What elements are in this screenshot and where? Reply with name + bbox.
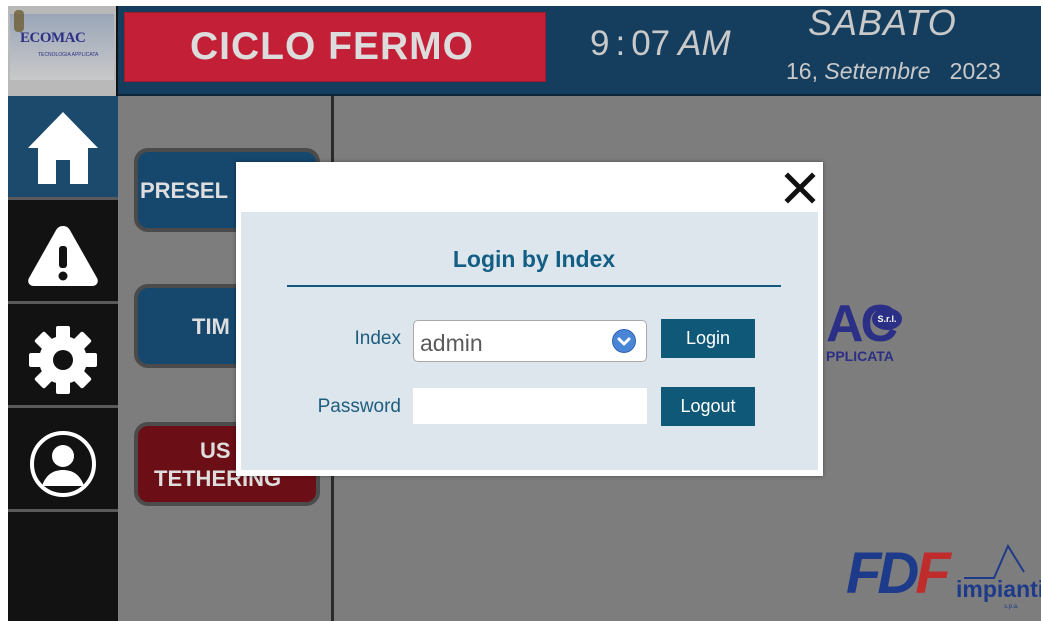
clock-hours: 9: [590, 24, 610, 63]
nav-alarms[interactable]: [8, 200, 118, 304]
clock-ampm: AM: [678, 24, 731, 63]
date-day: 16,: [786, 58, 818, 84]
clock-minutes: 07: [631, 24, 671, 63]
index-label: Index: [354, 328, 401, 349]
date-display: 16, Settembre 2023: [786, 58, 1001, 85]
password-label: Password: [317, 396, 401, 417]
nav-user[interactable]: [8, 408, 118, 512]
password-field[interactable]: [413, 388, 647, 424]
index-select-value: admin: [420, 330, 483, 356]
cycle-status-banner: CICLO FERMO: [124, 12, 546, 82]
logout-button[interactable]: Logout: [661, 387, 755, 426]
fdf-logo-spa: s.p.a.: [1004, 604, 1019, 610]
nav-home[interactable]: [8, 96, 118, 200]
usb-tethering-label-1: US: [200, 438, 231, 463]
gear-icon: [29, 326, 97, 394]
cycle-status-text: CICLO FERMO: [190, 25, 474, 68]
date-year: 2023: [949, 58, 1001, 84]
login-dialog-divider: [287, 285, 781, 287]
logo-background: [10, 14, 114, 80]
clock-separator: :: [615, 24, 626, 63]
logo-brand-text: ECOMAC: [20, 30, 86, 46]
ecomac-srl-badge: S.r.l.: [872, 308, 902, 330]
close-button[interactable]: [784, 166, 816, 204]
login-dialog-title: Login by Index: [452, 246, 616, 272]
nav-settings[interactable]: [8, 304, 118, 408]
user-icon: [30, 431, 96, 497]
close-icon: [784, 172, 816, 204]
day-of-week: SABATO: [808, 2, 957, 43]
timer-button-label: TIM: [192, 314, 230, 339]
logo-figure: [14, 10, 24, 32]
index-select[interactable]: admin: [413, 320, 647, 362]
ecomac-logo: ECOMAC TECNOLOGIA APPLICATA: [8, 6, 118, 96]
chevron-down-icon: [612, 329, 636, 353]
fdf-logo-f: F: [915, 541, 950, 606]
logo-tagline: TECNOLOGIA APPLICATA: [38, 52, 99, 58]
warning-icon: [28, 226, 98, 286]
fdf-logo-letters: FDF: [846, 540, 951, 607]
clock: 9:07 AM: [590, 24, 731, 64]
home-icon: [28, 112, 98, 184]
ecomac-background-tagline: PPLICATA: [826, 348, 894, 364]
fdf-logo-fd: FD: [846, 541, 919, 606]
login-button[interactable]: Login: [661, 319, 755, 358]
preselection-button-label: PRESEL: [140, 178, 229, 203]
date-month: Settembre: [824, 58, 931, 84]
sidebar-nav: [8, 96, 118, 621]
fdf-logo-impianti: impianti: [956, 576, 1041, 602]
